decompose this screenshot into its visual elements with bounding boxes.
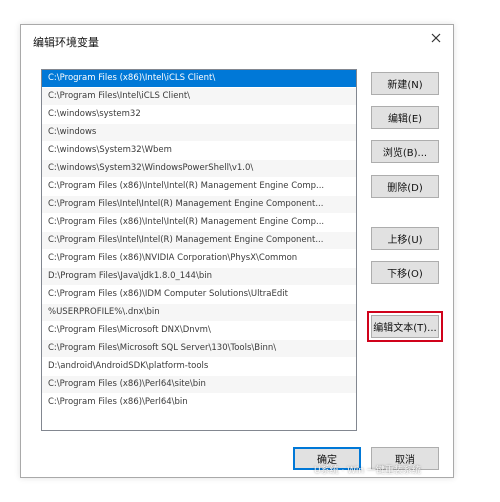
- path-list-item[interactable]: C:\Program Files (x86)\IDM Computer Solu…: [42, 286, 356, 304]
- edit-text-button[interactable]: 编辑文本(T)...: [367, 311, 443, 342]
- path-list-item[interactable]: %USERPROFILE%\.dnx\bin: [42, 304, 356, 322]
- move-down-button[interactable]: 下移(O): [371, 261, 439, 284]
- edit-env-variable-dialog: 编辑环境变量 C:\Program Files (x86)\Intel\iCLS…: [20, 24, 454, 478]
- path-list-item[interactable]: C:\windows\System32\Wbem: [42, 142, 356, 160]
- title-bar: 编辑环境变量: [21, 25, 453, 55]
- path-list-item[interactable]: C:\Program Files (x86)\Intel\Intel(R) Ma…: [42, 214, 356, 232]
- path-list-item[interactable]: C:\windows: [42, 124, 356, 142]
- move-up-button[interactable]: 上移(U): [371, 227, 439, 250]
- path-list-item[interactable]: D:\Program Files\Java\jdk1.8.0_144\bin: [42, 268, 356, 286]
- path-list-item[interactable]: C:\Program Files\Intel\Intel(R) Manageme…: [42, 232, 356, 250]
- path-list-item[interactable]: C:\Program Files (x86)\Intel\Intel(R) Ma…: [42, 178, 356, 196]
- path-list-item[interactable]: C:\Program Files (x86)\Perl64\bin: [42, 394, 356, 412]
- browse-button[interactable]: 浏览(B)...: [371, 140, 439, 163]
- path-list-item[interactable]: C:\Program Files\Microsoft DNX\Dnvm\: [42, 322, 356, 340]
- path-list-item[interactable]: D:\android\AndroidSDK\platform-tools: [42, 358, 356, 376]
- path-list-item[interactable]: C:\windows\System32\WindowsPowerShell\v1…: [42, 160, 356, 178]
- close-icon[interactable]: [429, 31, 443, 45]
- path-list-item[interactable]: C:\windows\system32: [42, 106, 356, 124]
- watermark: U系统 · Win 一键重装系统: [314, 466, 421, 476]
- new-button[interactable]: 新建(N): [371, 72, 439, 95]
- path-list-item[interactable]: C:\Program Files\Microsoft SQL Server\13…: [42, 340, 356, 358]
- path-list-item[interactable]: C:\Program Files\Intel\Intel(R) Manageme…: [42, 196, 356, 214]
- dialog-title: 编辑环境变量: [33, 36, 99, 49]
- path-list-item[interactable]: C:\Program Files (x86)\NVIDIA Corporatio…: [42, 250, 356, 268]
- edit-button[interactable]: 编辑(E): [371, 106, 439, 129]
- path-list-item[interactable]: C:\Program Files (x86)\Intel\iCLS Client…: [42, 70, 356, 88]
- path-list-item[interactable]: C:\Program Files (x86)\Perl64\site\bin: [42, 376, 356, 394]
- path-list-item[interactable]: C:\Program Files\Intel\iCLS Client\: [42, 88, 356, 106]
- path-list[interactable]: C:\Program Files (x86)\Intel\iCLS Client…: [41, 69, 357, 431]
- delete-button[interactable]: 删除(D): [371, 175, 439, 198]
